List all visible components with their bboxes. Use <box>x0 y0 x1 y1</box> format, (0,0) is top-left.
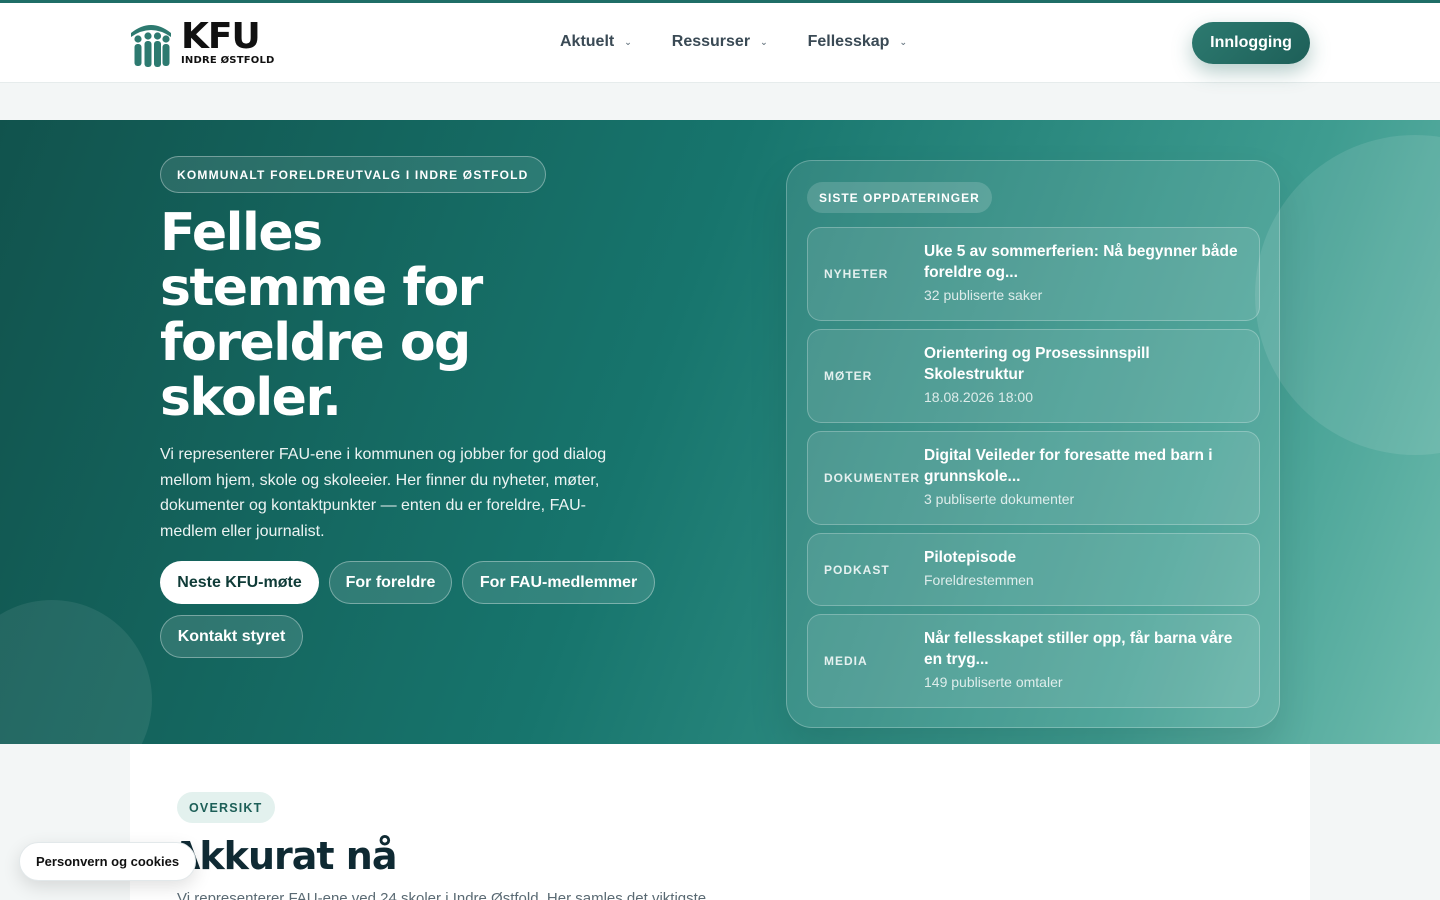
update-item-news[interactable]: NYHETER Uke 5 av sommerferien: Nå begynn… <box>807 227 1260 321</box>
decorative-circle <box>1255 135 1440 455</box>
hero-title-line: skoler. <box>160 368 342 428</box>
overview-title: Akkurat nå <box>171 834 397 878</box>
overview-intro-text: Vi representerer FAU-ene ved 24 skoler i… <box>177 890 719 900</box>
update-category: PODKAST <box>824 562 890 577</box>
contact-board-button[interactable]: Kontakt styret <box>160 615 303 658</box>
update-title: Pilotepisode <box>924 549 1017 566</box>
update-category: DOKUMENTER <box>824 471 920 485</box>
login-button[interactable]: Innlogging <box>1192 22 1310 64</box>
overview-section: OVERSIKT Akkurat nå Vi representerer FAU… <box>130 744 1310 900</box>
next-meeting-button[interactable]: Neste KFU-møte <box>160 561 319 604</box>
update-meta: Foreldrestemmen <box>924 572 1034 588</box>
for-parents-button[interactable]: For foreldre <box>329 561 452 604</box>
site-logo[interactable]: KFU INDRE ØSTFOLD <box>129 19 275 69</box>
chevron-down-icon: ⌄ <box>899 36 907 47</box>
nav-item-label: Fellesskap <box>807 33 890 50</box>
update-item-meetings[interactable]: MØTER Orientering og Prosessinnspill Sko… <box>807 329 1260 423</box>
overview-tag: OVERSIKT <box>177 792 275 823</box>
update-category: NYHETER <box>824 267 889 281</box>
logo-subtitle: INDRE ØSTFOLD <box>181 55 275 66</box>
hero-section: KOMMUNALT FORELDREUTVALG I INDRE ØSTFOLD… <box>0 120 1440 744</box>
hero-lead-text: Vi representerer FAU-ene i kommunen og j… <box>160 446 607 540</box>
latest-updates-heading: SISTE OPPDATERINGER <box>807 182 992 213</box>
update-meta: 32 publiserte saker <box>924 287 1043 303</box>
update-meta: 3 publiserte dokumenter <box>924 491 1075 507</box>
hero-eyebrow-badge: KOMMUNALT FORELDREUTVALG I INDRE ØSTFOLD <box>160 156 546 193</box>
logo-people-icon <box>131 25 171 67</box>
nav-item-label: Ressurser <box>671 33 751 50</box>
update-title: Når fellesskapet stiller opp, får barna … <box>924 630 1233 668</box>
update-meta: 149 publiserte omtaler <box>924 674 1063 690</box>
nav-item-label: Aktuelt <box>560 33 615 50</box>
update-meta: 18.08.2026 18:00 <box>924 389 1033 405</box>
for-fau-members-button[interactable]: For FAU-medlemmer <box>462 561 655 604</box>
update-title: Orientering og Prosessinnspill Skolestru… <box>924 345 1150 383</box>
chevron-down-icon: ⌄ <box>624 36 632 47</box>
site-header: KFU INDRE ØSTFOLD Aktuelt ⌄ Ressurser ⌄ … <box>0 3 1440 83</box>
chevron-down-icon: ⌄ <box>760 36 768 47</box>
update-category: MEDIA <box>824 654 868 668</box>
privacy-cookies-button[interactable]: Personvern og cookies <box>19 842 197 881</box>
nav-item-ressurser[interactable]: Ressurser ⌄ <box>672 33 768 51</box>
update-item-media[interactable]: MEDIA Når fellesskapet stiller opp, får … <box>807 614 1260 708</box>
update-item-podcast[interactable]: PODKAST Pilotepisode Foreldrestemmen <box>807 533 1260 606</box>
update-title: Digital Veileder for foresatte med barn … <box>924 447 1213 485</box>
hero-title-line: stemme for <box>160 258 483 318</box>
update-category: MØTER <box>824 369 873 383</box>
hero-title-line: Felles <box>160 203 323 263</box>
decorative-circle <box>0 600 152 744</box>
hero-title-line: foreldre og <box>160 313 471 373</box>
logo-wordmark: KFU <box>181 16 261 57</box>
update-title: Uke 5 av sommerferien: Nå begynner både … <box>924 243 1238 281</box>
nav-item-aktuelt[interactable]: Aktuelt ⌄ <box>560 33 632 51</box>
latest-updates-panel: SISTE OPPDATERINGER NYHETER Uke 5 av som… <box>786 160 1280 728</box>
update-item-documents[interactable]: DOKUMENTER Digital Veileder for foresatt… <box>807 431 1260 525</box>
nav-item-fellesskap[interactable]: Fellesskap ⌄ <box>808 33 907 51</box>
main-nav: Aktuelt ⌄ Ressurser ⌄ Fellesskap ⌄ <box>560 33 947 51</box>
hero-title: Felles stemme for foreldre og skoler. <box>160 206 520 426</box>
